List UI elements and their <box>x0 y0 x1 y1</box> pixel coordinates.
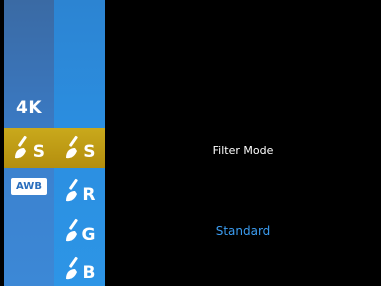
filter-letter: S <box>83 142 96 162</box>
brush-icon: G <box>63 217 97 245</box>
filter-letter: G <box>81 225 96 245</box>
resolution-item[interactable]: 4K <box>4 90 54 126</box>
filter-category-item[interactable]: S <box>4 128 54 168</box>
filter-letter: B <box>82 263 96 283</box>
filter-mode-title: Filter Mode <box>212 144 274 157</box>
settings-category-column: 4K S AWB <box>4 0 54 286</box>
white-balance-item[interactable]: AWB <box>4 173 54 199</box>
brush-icon: S <box>12 134 46 162</box>
filter-option-green[interactable]: G <box>54 212 105 250</box>
filter-letter: S <box>32 142 45 162</box>
resolution-label: 4K <box>15 98 42 118</box>
filter-option-red[interactable]: R <box>54 172 105 210</box>
filter-letter: R <box>82 185 96 205</box>
filter-option-standard[interactable]: S <box>54 128 105 168</box>
brush-icon: B <box>63 255 97 283</box>
filter-mode-value: Standard <box>215 224 271 238</box>
preview-area: Filter Mode Standard <box>105 0 381 286</box>
brush-icon: R <box>63 177 97 205</box>
filter-options-column: S R G B <box>54 0 105 286</box>
brush-icon: S <box>63 134 97 162</box>
awb-badge: AWB <box>11 177 47 195</box>
camera-screen: 4K S AWB S R G B Filter Mode Standard <box>0 0 381 286</box>
filter-option-blue[interactable]: B <box>54 252 105 286</box>
